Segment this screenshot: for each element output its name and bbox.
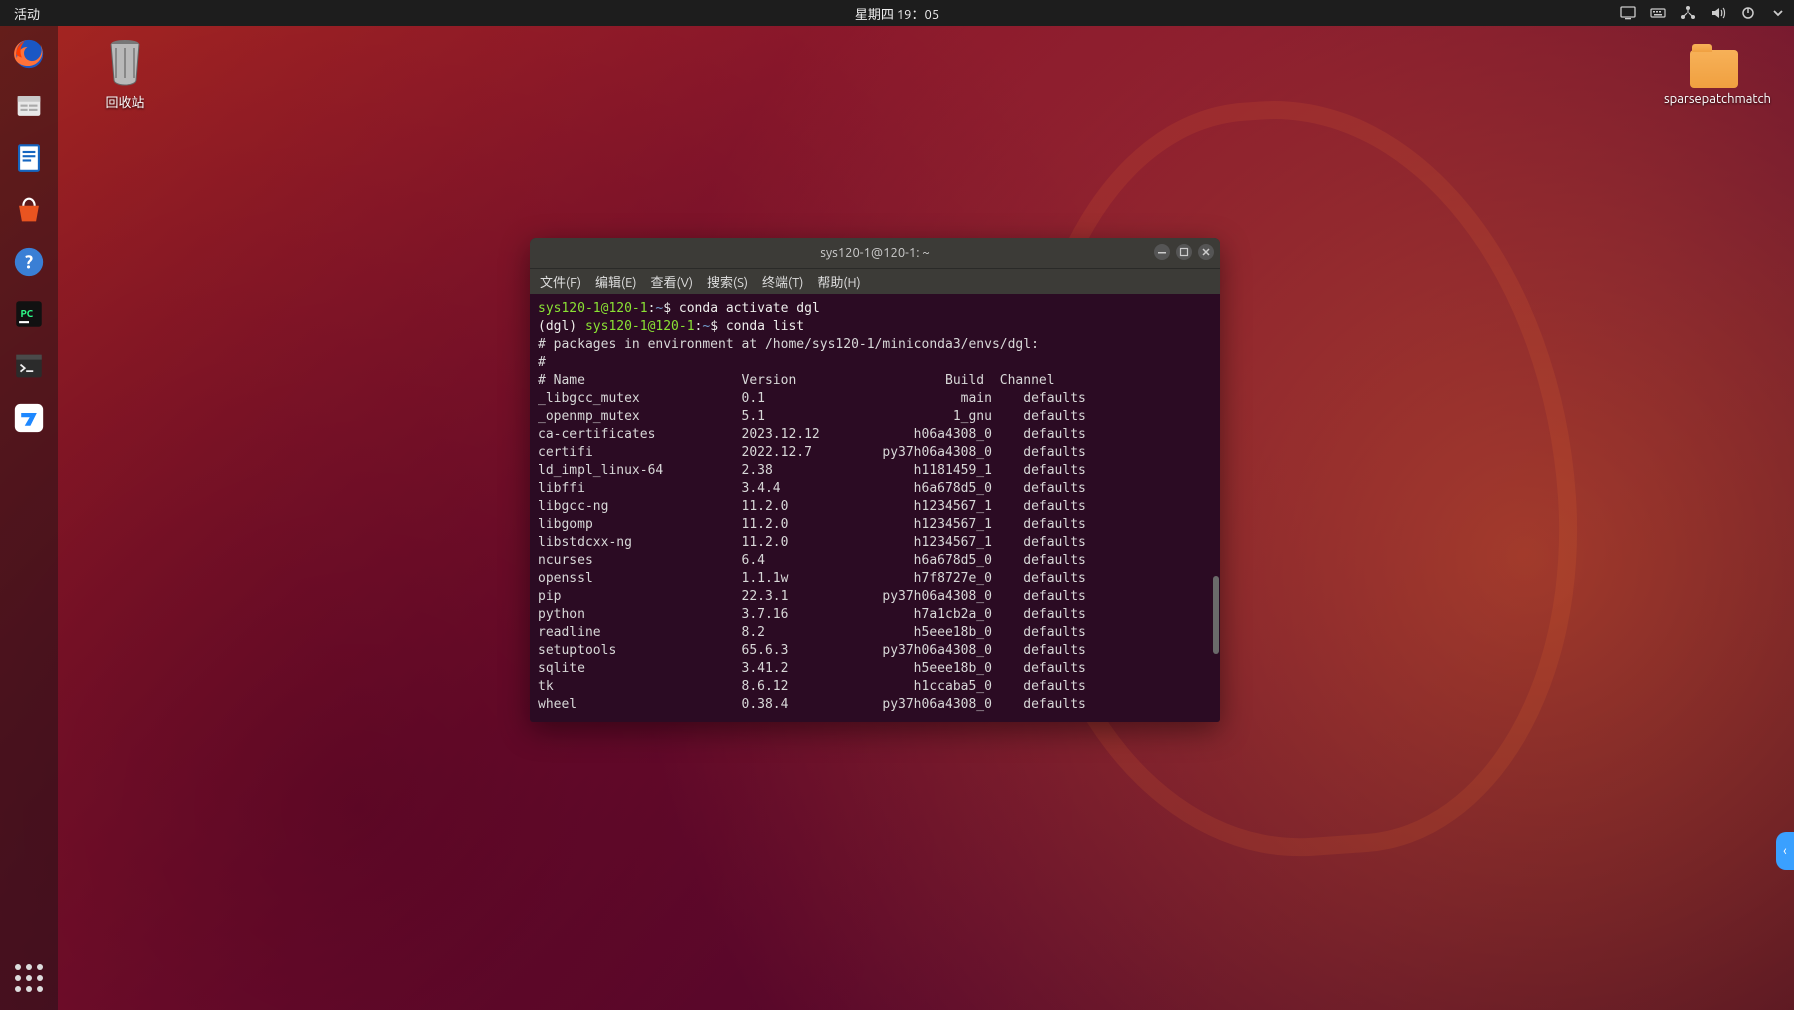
menu-search[interactable]: 搜索(S)	[707, 272, 748, 291]
terminal-scrollbar[interactable]	[1212, 294, 1220, 722]
desktop-icons-right: sparsepatchmatch	[1664, 50, 1764, 106]
show-applications-icon[interactable]	[7, 956, 51, 1000]
terminal-title: sys120-1@120-1: ~	[820, 246, 930, 260]
terminal-menubar: 文件(F) 编辑(E) 查看(V) 搜索(S) 终端(T) 帮助(H)	[530, 268, 1220, 294]
desktop-icons: 回收站	[80, 36, 170, 111]
folder-icon	[1690, 50, 1738, 88]
menu-edit[interactable]: 编辑(E)	[595, 272, 636, 291]
screen-icon[interactable]	[1620, 5, 1636, 21]
window-minimize-button[interactable]	[1154, 244, 1170, 260]
folder-label: sparsepatchmatch	[1664, 92, 1764, 106]
activities-button[interactable]: 活动	[8, 4, 46, 23]
firefox-icon[interactable]	[7, 32, 51, 76]
svg-text:?: ?	[25, 252, 33, 272]
keyboard-icon[interactable]	[1650, 5, 1666, 21]
menu-view[interactable]: 查看(V)	[651, 272, 693, 291]
writer-icon[interactable]	[7, 136, 51, 180]
menu-help[interactable]: 帮助(H)	[817, 272, 860, 291]
dock: ? PC	[0, 26, 58, 1010]
window-maximize-button[interactable]	[1176, 244, 1192, 260]
terminal-icon[interactable]	[7, 344, 51, 388]
side-handle[interactable]: ‹	[1776, 832, 1794, 870]
window-close-button[interactable]	[1198, 244, 1214, 260]
terminal-titlebar[interactable]: sys120-1@120-1: ~	[530, 238, 1220, 268]
menu-file[interactable]: 文件(F)	[540, 272, 581, 291]
volume-icon[interactable]	[1710, 5, 1726, 21]
trash-glyph	[80, 36, 170, 92]
terminal-body[interactable]: sys120-1@120-1:~$ conda activate dgl (dg…	[530, 294, 1220, 722]
menu-terminal[interactable]: 终端(T)	[762, 272, 803, 291]
power-icon[interactable]	[1740, 5, 1756, 21]
network-icon[interactable]	[1680, 5, 1696, 21]
todesk-icon[interactable]	[7, 396, 51, 440]
chevron-down-icon[interactable]	[1770, 5, 1786, 21]
system-tray	[1620, 5, 1786, 21]
files-icon[interactable]	[7, 84, 51, 128]
terminal-window: sys120-1@120-1: ~ 文件(F) 编辑(E) 查看(V) 搜索(S…	[530, 238, 1220, 722]
top-panel: 活动 星期四 19：05	[0, 0, 1794, 26]
folder-sparsepatchmatch[interactable]: sparsepatchmatch	[1664, 50, 1764, 106]
pycharm-icon[interactable]: PC	[7, 292, 51, 336]
scrollbar-thumb[interactable]	[1213, 576, 1219, 653]
clock[interactable]: 星期四 19：05	[855, 4, 939, 23]
software-icon[interactable]	[7, 188, 51, 232]
svg-text:PC: PC	[21, 308, 34, 319]
trash-label: 回收站	[80, 92, 170, 111]
trash-icon[interactable]: 回收站	[80, 36, 170, 111]
help-icon[interactable]: ?	[7, 240, 51, 284]
